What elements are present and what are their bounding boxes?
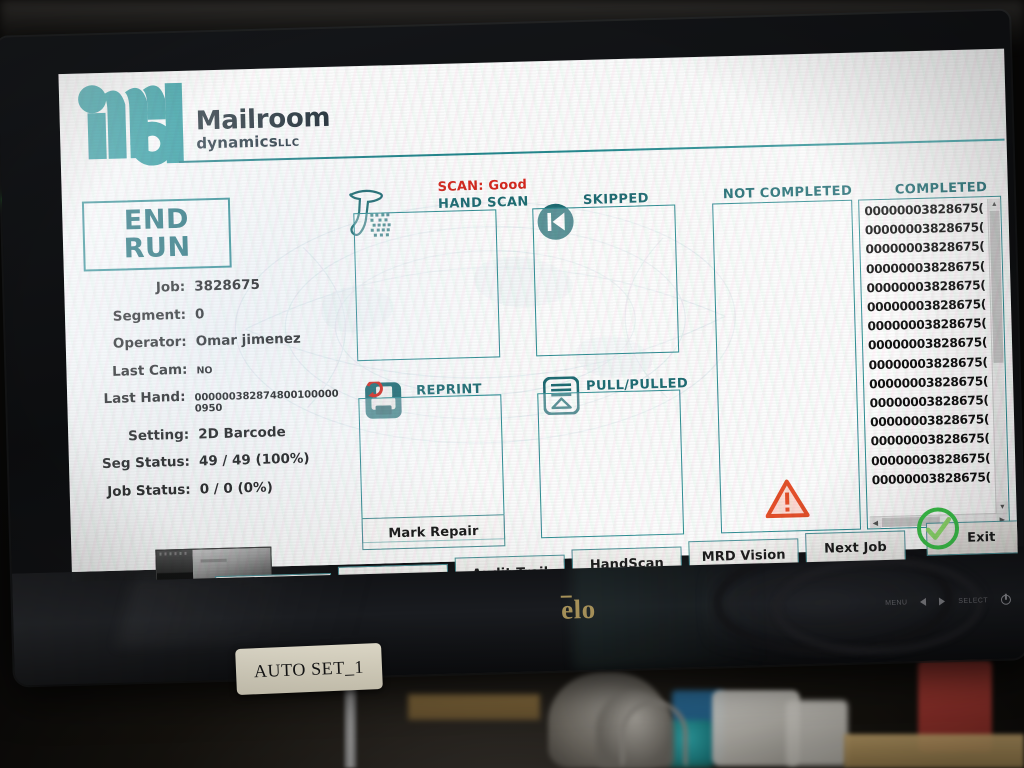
info-label: Setting: [127,426,190,444]
elo-macron [560,595,572,598]
info-value: 3828675 [194,276,261,295]
mark-repair-button[interactable]: Mark Repair [361,514,506,551]
info-label: Seg Status: [101,453,191,473]
chair-frame [620,700,688,768]
right-arrow-icon[interactable] [939,597,946,606]
info-row: Seg Status: 49 / 49 (100%) [75,449,367,473]
info-label: Operator: [112,333,187,352]
info-value: NO [196,364,213,377]
end-run-button[interactable]: END RUN [81,197,232,272]
left-arrow-icon[interactable] [920,597,927,607]
completed-item[interactable]: 00000003828675( [871,468,993,490]
scroll-left-arrow-icon[interactable]: ◀ [869,517,882,529]
info-label: Segment: [112,306,187,325]
select-key[interactable]: SELECT [958,597,988,605]
info-value: Omar jimenez [195,330,302,350]
brand-sub: dynamicsLLC [196,132,331,153]
table-edge-right [844,734,1024,768]
brand-sub-text: dynamics [196,132,279,153]
info-label: Job: [155,278,186,296]
white-package-2 [786,700,848,766]
elo-brand-logo: elo [561,594,596,626]
scan-status: SCAN: Good [437,178,527,195]
info-value: 49 / 49 (100%) [198,450,310,470]
brand-suffix: LLC [277,137,300,150]
hand-scan-list[interactable] [353,209,501,362]
brand-wordmark: Mailroom dynamicsLLC [195,102,331,153]
info-value: 0 / 0 (0%) [199,479,273,497]
info-row: Operator: Omar jimenez [72,329,364,353]
skipped-list[interactable] [532,204,680,357]
info-row: Job Status: 0 / 0 (0%) [76,476,368,500]
info-label: Last Cam: [111,361,188,380]
scan-status-label: SCAN: [437,178,484,195]
completed-list[interactable]: 00000003828675(00000003828675(0000000382… [858,195,1010,530]
info-row: Setting: 2D Barcode [74,421,366,445]
job-info-panel: Job: 3828675 Segment: 0 Operator: Omar jimene… [70,274,368,512]
info-value: 2D Barcode [197,423,286,443]
mailroom-dynamics-app: Mailroom dynamicsLLC END RUN Job: 3828675… [58,49,1018,582]
auto-set-label-sticker: AUTO SET_1 [235,642,383,696]
scroll-down-arrow-icon[interactable]: ▼ [996,501,1009,513]
completed-title: COMPLETED [894,180,988,198]
application-screen: Mailroom dynamicsLLC END RUN Job: 3828675… [58,48,1018,582]
elo-touchscreen-monitor: Mailroom dynamicsLLC END RUN Job: 3828675… [0,10,1024,686]
md-logo-icon [78,82,184,166]
info-row: Last Hand: 000000382874800100000 0950 [73,384,366,418]
pole [344,686,357,768]
info-row: Segment: 0 [71,302,363,326]
warning-triangle-icon [765,479,810,519]
info-row: Job: 3828675 [70,274,362,298]
sticker-text: AUTO SET_1 [253,656,365,681]
table-edge-left [408,694,540,720]
info-value: 000000382874800100000 0950 [194,388,339,415]
bezel-reflection-1 [115,569,384,647]
end-run-line2: RUN [123,231,191,265]
power-icon[interactable] [1000,594,1012,605]
scroll-up-arrow-icon[interactable]: ▲ [988,198,1001,211]
scan-status-value: Good [488,177,528,194]
brand-name: Mailroom [195,102,331,137]
elo-brand-text: elo [560,593,596,625]
scroll-thumb[interactable] [989,210,1004,363]
brand-header: Mailroom dynamicsLLC [77,75,389,167]
check-circle-icon [917,507,960,550]
info-label: Job Status: [107,481,191,500]
info-row: Last Cam: NO [72,357,364,381]
menu-key[interactable]: MENU [885,599,907,607]
info-label: Last Hand: [103,388,186,408]
completed-items: 00000003828675(00000003828675(0000000382… [861,199,994,516]
info-value: 0 [194,305,205,323]
pull-pulled-list[interactable] [537,389,685,539]
